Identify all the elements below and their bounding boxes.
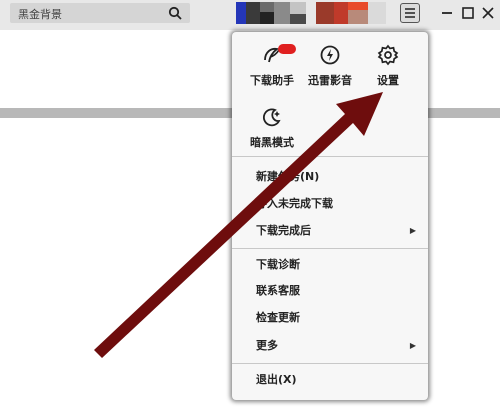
menu-item-label: 联系客服 — [256, 284, 300, 297]
menu-item-check-update[interactable]: 检查更新 — [256, 308, 416, 328]
minimize-button[interactable] — [437, 3, 457, 23]
maximize-button[interactable] — [458, 3, 478, 23]
minimize-icon — [442, 12, 452, 14]
search-input[interactable]: 黑金背景 — [18, 6, 62, 22]
tile-label: 下载助手 — [250, 74, 294, 87]
menu-item-exit[interactable]: 退出(X) — [256, 370, 416, 390]
hamburger-icon — [405, 8, 415, 18]
menu-divider — [232, 156, 428, 157]
submenu-arrow-icon: ▶ — [409, 226, 416, 235]
search-box[interactable]: 黑金背景 — [10, 3, 190, 23]
title-bar: 黑金背景 — [0, 0, 500, 30]
tile-settings[interactable]: 设置 — [358, 44, 418, 100]
menu-item-contact-support[interactable]: 联系客服 — [256, 281, 416, 301]
menu-item-label: 新建任务(N) — [256, 170, 320, 183]
menu-item-download-diagnosis[interactable]: 下载诊断 — [256, 255, 416, 275]
close-icon — [482, 7, 494, 19]
account-avatar-area[interactable] — [236, 2, 386, 24]
menu-item-label: 下载诊断 — [256, 258, 300, 271]
menu-divider — [232, 363, 428, 364]
menu-item-label: 导入未完成下载 — [256, 197, 333, 210]
tile-dark-mode[interactable]: 暗黑模式 — [242, 106, 302, 162]
menu-item-label: 下载完成后 — [256, 224, 311, 237]
tile-xunlei-player[interactable]: 迅雷影音 — [300, 44, 360, 100]
menu-item-label: 更多 — [256, 339, 278, 352]
menu-divider — [232, 248, 428, 249]
menu-item-import-unfinished[interactable]: 导入未完成下载 — [256, 194, 416, 214]
tile-label: 设置 — [377, 74, 399, 87]
menu-item-new-task[interactable]: 新建任务(N) — [256, 167, 416, 187]
menu-item-label: 检查更新 — [256, 311, 300, 324]
player-icon — [320, 45, 340, 65]
tile-label: 迅雷影音 — [308, 74, 352, 87]
submenu-arrow-icon: ▶ — [409, 341, 416, 350]
main-menu-button[interactable] — [400, 3, 420, 23]
moon-icon — [262, 108, 281, 127]
tile-download-assistant[interactable]: 下载助手 — [242, 44, 302, 100]
notification-badge — [278, 44, 296, 54]
menu-item-label: 退出(X) — [256, 373, 297, 386]
menu-item-after-download[interactable]: 下载完成后 ▶ — [256, 221, 416, 241]
gear-icon — [377, 44, 399, 66]
menu-item-more[interactable]: 更多 ▶ — [256, 336, 416, 356]
main-dropdown-menu: 下载助手 迅雷影音 设置 暗黑模式 新建任务(N) 导入未完成下载 下载完成后 — [232, 32, 428, 400]
close-button[interactable] — [478, 3, 498, 23]
maximize-icon — [462, 7, 474, 19]
tile-label: 暗黑模式 — [250, 136, 294, 149]
search-icon[interactable] — [168, 6, 182, 20]
